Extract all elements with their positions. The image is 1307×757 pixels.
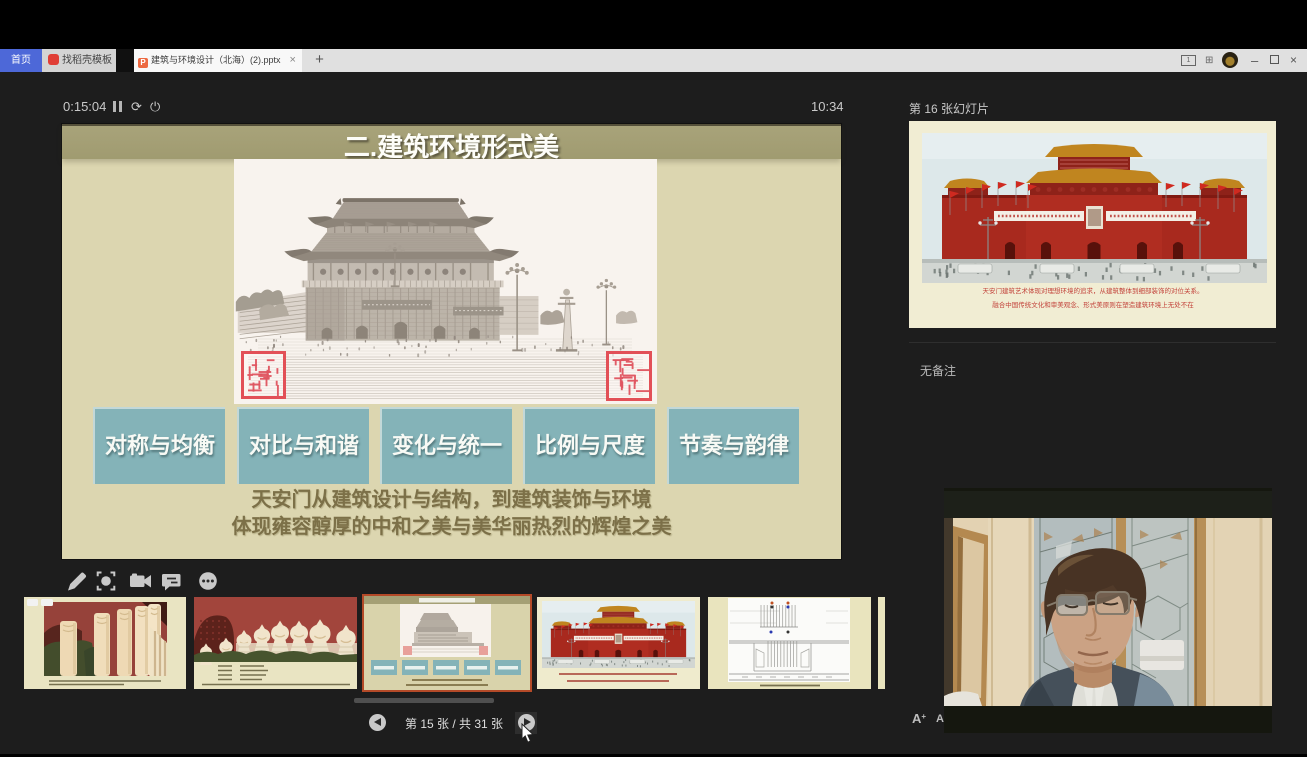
- svg-text:融合中国传统文化和审美观念、形式美原则在塑造建筑环境上无处不: 融合中国传统文化和审美观念、形式美原则在塑造建筑环境上无处不在: [992, 300, 1194, 309]
- svg-text:天安门建筑艺术体现对理想环境的追求，从建筑整体到细部装饰的对: 天安门建筑艺术体现对理想环境的追求，从建筑整体到细部装饰的对位关系。: [983, 286, 1204, 295]
